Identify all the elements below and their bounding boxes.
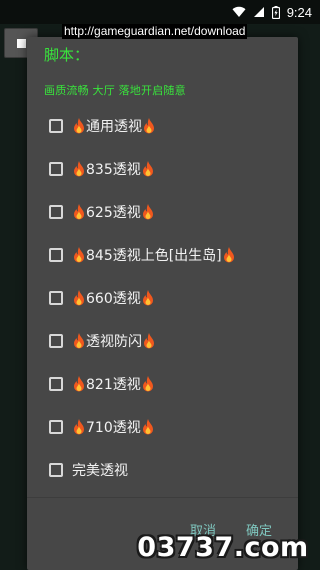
checkbox[interactable] [49,248,63,262]
option-text: 845透视上色[出生岛] [86,248,222,264]
checkbox[interactable] [49,463,63,477]
dialog-subtitle: 画质流畅 大厅 落地开启随意 [44,84,186,97]
checkbox[interactable] [49,334,63,348]
option-item[interactable]: 821透视 [49,371,155,397]
option-item[interactable]: 660透视 [49,285,155,311]
option-label: 通用透视 [72,116,156,136]
checkbox[interactable] [49,162,63,176]
url-banner: http://gameguardian.net/download [62,24,248,39]
status-time: 9:24 [286,4,312,20]
flame-icon [74,204,84,220]
option-text: 透视防闪 [86,334,142,350]
flame-icon [142,204,153,220]
checkbox[interactable] [49,420,63,434]
stop-square-icon [16,38,26,48]
option-label: 835透视 [72,159,155,179]
flame-icon [142,376,153,392]
flame-icon [74,419,84,435]
flame-icon [74,290,84,306]
flame-icon [142,290,153,306]
option-item[interactable]: 845透视上色[出生岛] [49,242,236,268]
script-dialog: 脚本： 画质流畅 大厅 落地开启随意 通用透视 835透视 625透视 845透… [27,37,298,570]
flame-icon [74,247,84,263]
dialog-title: 脚本： [44,46,90,64]
option-item[interactable]: 835透视 [49,156,155,182]
cellular-signal-icon [253,6,265,18]
option-label: 完美透视 [72,460,128,480]
option-label: 625透视 [72,202,155,222]
wifi-icon [232,6,246,18]
dialog-divider [27,497,298,498]
flame-icon [74,118,84,134]
option-text: 660透视 [86,291,141,307]
option-item[interactable]: 625透视 [49,199,155,225]
option-text: 710透视 [86,420,141,436]
flame-icon [74,376,84,392]
flame-icon [142,161,153,177]
flame-icon [223,247,234,263]
checkbox[interactable] [49,119,63,133]
option-label: 710透视 [72,417,155,437]
option-item[interactable]: 710透视 [49,414,155,440]
option-text: 821透视 [86,377,141,393]
option-item[interactable]: 透视防闪 [49,328,156,354]
option-label: 透视防闪 [72,331,156,351]
flame-icon [144,333,154,349]
flame-icon [144,118,154,134]
option-label: 845透视上色[出生岛] [72,245,236,265]
option-item[interactable]: 完美透视 [49,457,128,483]
checkbox[interactable] [49,205,63,219]
option-item[interactable]: 通用透视 [49,113,156,139]
checkbox[interactable] [49,377,63,391]
flame-icon [74,161,84,177]
option-text: 完美透视 [72,463,128,479]
option-text: 835透视 [86,162,141,178]
status-bar: 9:24 [0,0,320,24]
checkbox[interactable] [49,291,63,305]
option-text: 625透视 [86,205,141,221]
flame-icon [142,419,153,435]
option-label: 821透视 [72,374,155,394]
option-text: 通用透视 [86,119,142,135]
flame-icon [74,333,84,349]
battery-icon [271,5,280,19]
site-watermark: 03737.com [137,531,309,563]
option-label: 660透视 [72,288,155,308]
